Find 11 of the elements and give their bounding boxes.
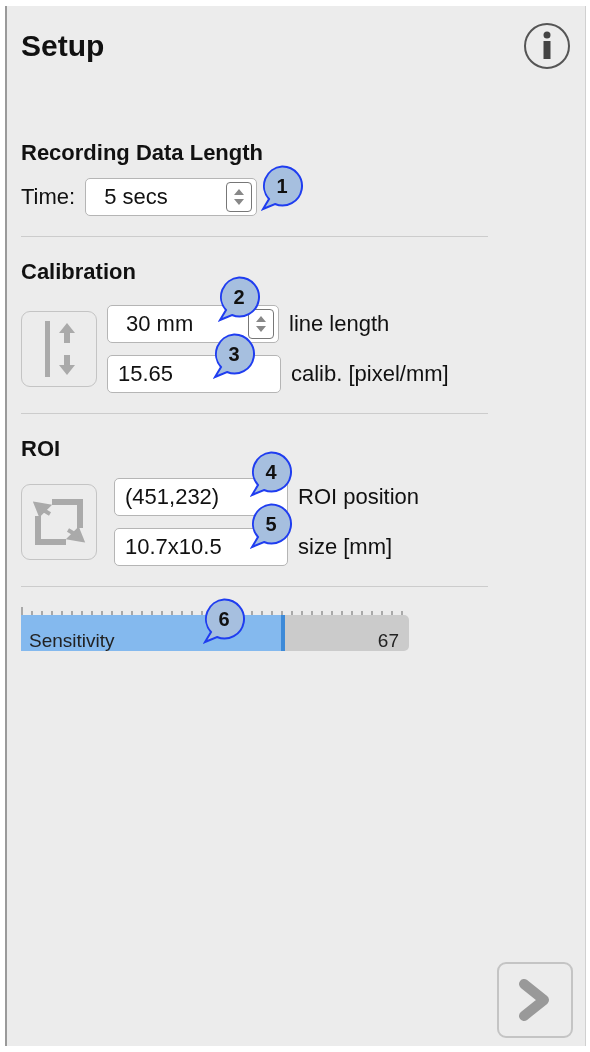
section-heading: Calibration	[21, 259, 137, 285]
slider-label: Sensitivity	[29, 630, 115, 652]
field-label: line length	[289, 311, 390, 337]
section-heading: Recording Data Length	[21, 140, 264, 166]
section-heading: ROI	[21, 436, 62, 462]
field-label: ROI position	[298, 484, 420, 510]
field-label: size [mm]	[298, 534, 393, 560]
time-label: Time:	[21, 184, 76, 210]
field-label: calib. [pixel/mm]	[291, 361, 449, 387]
slider-value: 67	[377, 630, 399, 652]
panel-title: Setup	[21, 29, 105, 63]
